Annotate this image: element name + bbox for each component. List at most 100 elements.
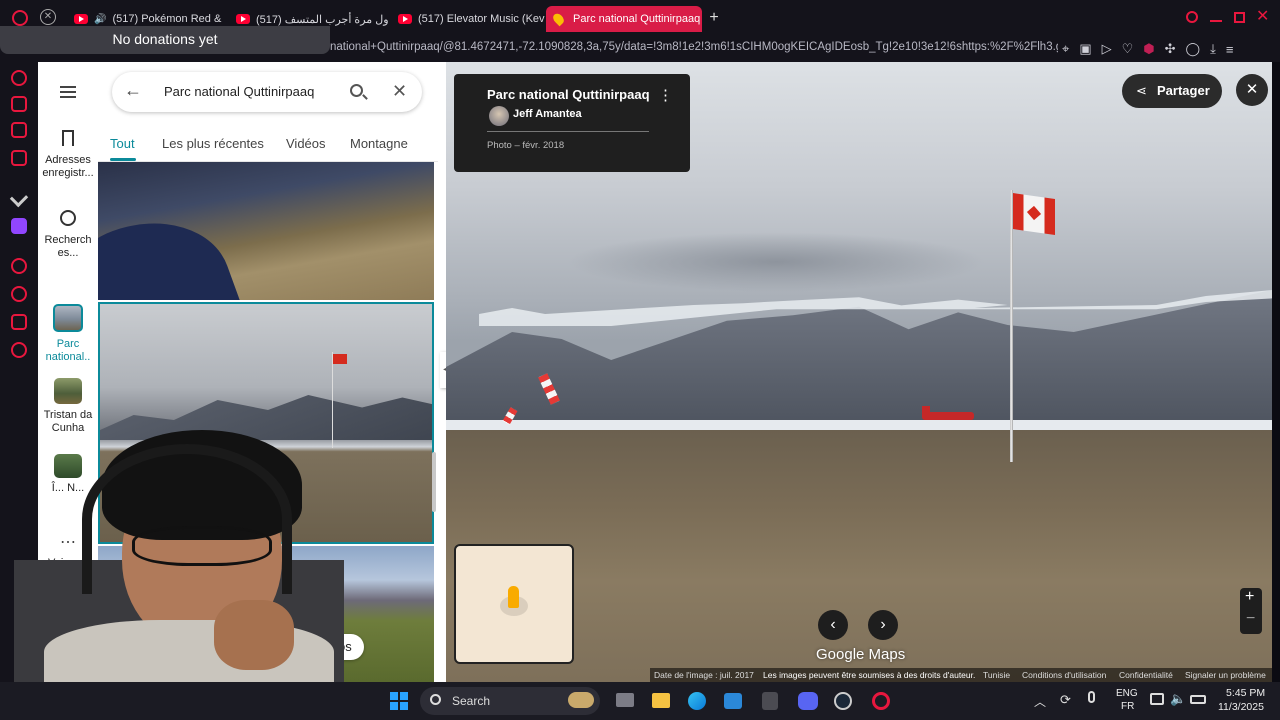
discord-icon[interactable] [798,692,818,710]
zoom-control: + − [1240,588,1262,634]
messenger-icon[interactable] [11,150,27,166]
network-icon[interactable] [1150,693,1164,705]
zoom-out-button[interactable]: − [1246,610,1255,628]
taskbar-search-label: Search [452,694,491,708]
clock-time[interactable]: 5:45 PM [1226,687,1265,699]
next-photo-button[interactable]: › [868,610,898,640]
crypto-icon[interactable] [11,96,27,112]
terms-link[interactable]: Conditions d'utilisation [1022,668,1106,682]
tray-chevron-icon[interactable]: ︿ [1034,693,1046,710]
close-window-button[interactable]: ✕ [1256,6,1269,26]
steam-icon[interactable] [834,692,852,710]
history-label: Recherch es... [44,234,92,259]
share-button[interactable]: ⋖ Partager [1122,74,1222,108]
new-tab-button[interactable]: + [706,10,722,26]
photo-info-card: Parc national Quttinirpaaq ⋮ Jeff Amante… [454,74,690,172]
taskbar-search[interactable]: Search [420,687,600,715]
close-viewer-button[interactable]: ✕ [1236,74,1268,106]
image-date: Date de l'image : juil. 2017 [654,670,754,680]
hamburger-menu-icon[interactable] [60,86,76,98]
results-scrollbar[interactable] [432,452,436,512]
recent-place-thumbnail [53,304,83,332]
url-text[interactable]: national+Quttinirpaaq/@81.4672471,-72.10… [330,41,1058,53]
sea-shape [98,198,244,300]
opera-taskbar-icon[interactable] [872,692,890,710]
ublock-icon[interactable]: ⬢ [1143,41,1154,57]
saved-places-item[interactable]: Adresses enregistr... [38,130,98,180]
recent-place-thumbnail [54,378,82,404]
history-icon[interactable] [11,286,27,302]
bookmark-pin-icon[interactable]: ⌖ [1062,41,1069,57]
file-explorer-icon[interactable] [652,693,670,708]
red-plane-tail [922,406,930,416]
share-label: Partager [1157,83,1210,98]
place-title[interactable]: Parc national Quttinirpaaq [487,87,650,102]
search-input[interactable]: Parc national Quttinirpaaq [164,84,314,99]
restore-button[interactable] [1234,12,1245,23]
player-icon[interactable] [11,258,27,274]
history-item[interactable]: Recherch es... [38,210,98,260]
search-tabs-icon[interactable] [1186,11,1198,23]
windows-start-icon[interactable] [390,692,408,710]
tab-tout[interactable]: Tout [110,136,135,151]
task-view-icon[interactable] [616,693,634,707]
recent-place-parc[interactable]: Parc national.. [38,304,98,364]
store-icon[interactable] [724,693,742,709]
tab-label: Parc national Quttinirpaaq [573,13,701,25]
tab-maps-active[interactable]: Parc national Quttinirpaaq [546,6,702,32]
opera-logo-icon[interactable] [12,10,28,26]
photo-viewer[interactable]: Parc national Quttinirpaaq ⋮ Jeff Amante… [446,62,1272,682]
download-icon[interactable]: ⤓ [1210,41,1216,57]
search-box[interactable]: ← Parc national Quttinirpaaq ✕ [112,72,422,112]
settings-icon[interactable] [11,342,27,358]
tab-elevator-music[interactable]: (517) Elevator Music (Kev [390,6,546,32]
tab-videos[interactable]: Vidéos [286,136,326,151]
minimize-button[interactable] [1210,20,1222,22]
volume-icon[interactable]: 🔈 [1170,691,1186,707]
play-icon[interactable]: ▷ [1102,41,1112,57]
privacy-link[interactable]: Confidentialité [1119,668,1173,682]
language-indicator[interactable]: ENG [1116,688,1138,699]
maps-pin-icon [551,11,566,27]
tab-recentes[interactable]: Les plus récentes [162,136,264,151]
aria-ai-icon[interactable] [9,188,29,208]
menu-icon[interactable]: ≡ [1226,42,1234,57]
tab-close-icon[interactable]: ✕ [40,9,56,25]
photo-date: Photo – févr. 2018 [487,140,565,151]
address-bar-tools: ⌖ ▣ ▷ ♡ ⬢ ✣ ◯ ⤓ ≡ [1062,40,1272,58]
wallet-icon[interactable] [11,122,27,138]
extensions-icon[interactable]: ✣ [1165,41,1176,57]
keyboard-layout[interactable]: FR [1121,701,1134,712]
water-strip [446,420,1272,430]
tray-sync-icon[interactable]: ⟳ [1060,692,1071,708]
tab-label: (517) أول مرة أجرب المتسف [256,13,388,26]
bookmark-icon [62,130,74,146]
cloud-band [566,232,986,292]
back-arrow-icon[interactable]: ← [124,80,142,101]
prev-photo-button[interactable]: ‹ [818,610,848,640]
battery-icon[interactable] [1190,695,1206,704]
more-options-icon[interactable]: ⋮ [658,86,673,104]
extensions-sidebar-icon[interactable] [11,314,27,330]
twitch-icon[interactable] [11,218,27,234]
tab-label: (517) Pokémon Red & [112,13,222,25]
photo-result-coast[interactable] [98,162,434,300]
zoom-in-button[interactable]: + [1245,588,1254,606]
snapshot-icon[interactable]: ▣ [1079,41,1091,57]
edge-icon[interactable] [688,692,706,710]
clock-date[interactable]: 11/3/2025 [1218,701,1264,713]
pegman-icon [508,586,519,608]
author-avatar [489,106,509,126]
report-link[interactable]: Signaler un problème [1185,668,1266,682]
heart-icon[interactable]: ♡ [1122,41,1134,57]
profile-icon[interactable]: ◯ [1186,41,1201,57]
microphone-icon[interactable] [1088,691,1095,703]
epic-games-icon[interactable] [762,692,778,710]
clear-search-icon[interactable]: ✕ [392,81,407,102]
canada-flag-icon [1013,193,1055,235]
mini-map[interactable] [454,544,574,664]
country-link[interactable]: Tunisie [983,668,1010,682]
author-name[interactable]: Jeff Amantea [513,108,582,120]
tab-montagne[interactable]: Montagne [350,136,408,151]
aria-icon[interactable] [11,70,27,86]
